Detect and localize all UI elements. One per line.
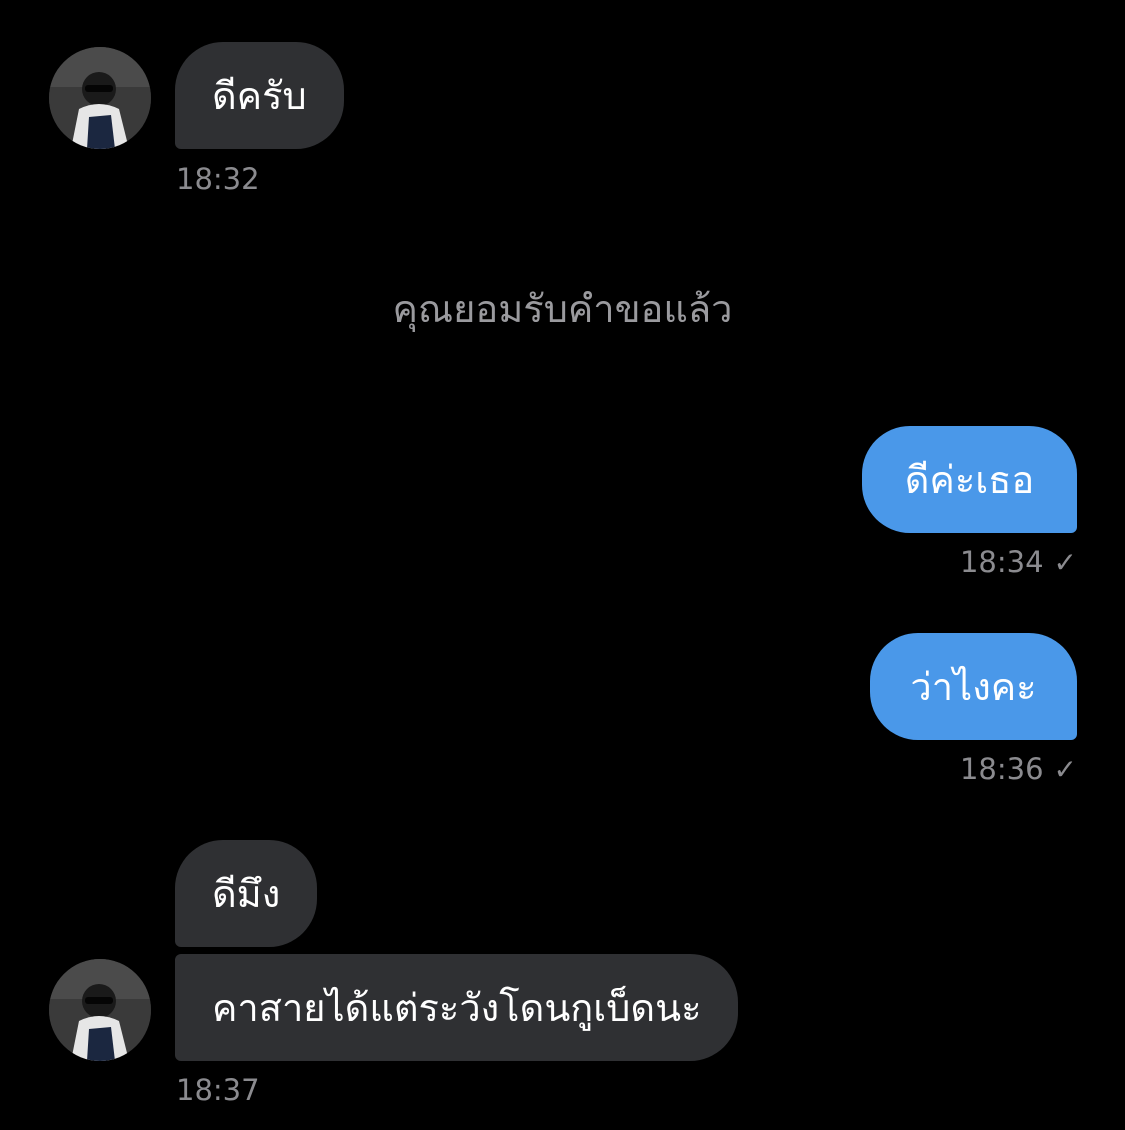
message-bubble-incoming[interactable]: คาสายได้แต่ระวังโดนกูเบ็ดนะ bbox=[175, 954, 739, 1061]
sender-avatar[interactable] bbox=[49, 959, 151, 1061]
avatar-photo-icon bbox=[49, 959, 151, 1061]
check-icon: ✓ bbox=[1053, 545, 1077, 579]
message-time: 18:36 bbox=[959, 752, 1044, 786]
avatar-photo-icon bbox=[49, 47, 151, 149]
message-text: ดีค่ะเธอ bbox=[904, 457, 1035, 502]
message-time: 18:34 bbox=[959, 545, 1044, 579]
message-text: ดีครับ bbox=[212, 73, 307, 118]
message-text: คาสายได้แต่ระวังโดนกูเบ็ดนะ bbox=[212, 985, 702, 1030]
sender-avatar[interactable] bbox=[49, 47, 151, 149]
message-bubble-incoming[interactable]: ดีมึง bbox=[175, 840, 318, 947]
message-text: ว่าไงคะ bbox=[910, 664, 1037, 709]
message-bubble-outgoing[interactable]: ดีค่ะเธอ bbox=[862, 426, 1077, 533]
system-notice: คุณยอมรับคำขอแล้ว bbox=[392, 287, 733, 331]
message-text: ดีมึง bbox=[212, 871, 281, 916]
message-bubble-outgoing[interactable]: ว่าไงคะ bbox=[870, 633, 1077, 740]
message-timestamp: 18:32 bbox=[176, 162, 260, 196]
message-bubble-incoming[interactable]: ดีครับ bbox=[175, 42, 344, 149]
check-icon: ✓ bbox=[1053, 752, 1077, 786]
message-timestamp: 18:37 bbox=[176, 1073, 260, 1107]
message-timestamp: 18:36 ✓ bbox=[960, 755, 1077, 784]
message-timestamp: 18:34 ✓ bbox=[960, 548, 1077, 577]
